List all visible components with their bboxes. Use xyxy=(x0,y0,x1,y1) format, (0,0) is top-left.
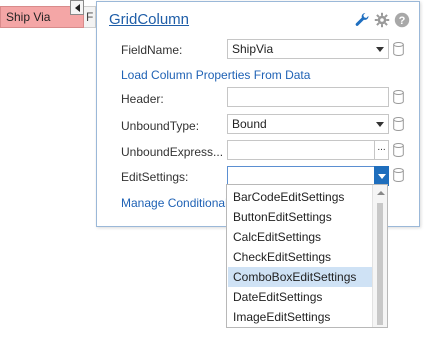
list-item-selected[interactable]: ComboBoxEditSettings xyxy=(228,267,372,287)
header-label: Header: xyxy=(121,92,164,106)
expression-editor-button[interactable]: ... xyxy=(374,141,388,159)
scroll-thumb[interactable] xyxy=(377,203,383,325)
panel-header-icons: ? xyxy=(353,11,410,28)
list-item[interactable]: CalcEditSettings xyxy=(228,227,372,247)
dropdown-scrollbar[interactable] xyxy=(372,185,387,327)
field-name-value: ShipVia xyxy=(232,42,274,56)
edit-settings-dropdown-list[interactable]: BarCodeEditSettings ButtonEditSettings C… xyxy=(226,184,388,328)
chevron-down-icon xyxy=(377,173,386,179)
chevron-down-icon[interactable] xyxy=(376,47,384,52)
list-item[interactable]: BarCodeEditSettings xyxy=(228,187,372,207)
list-item[interactable]: DateEditSettings xyxy=(228,287,372,307)
list-item[interactable]: CheckEditSettings xyxy=(228,247,372,267)
wrench-icon[interactable] xyxy=(353,11,370,28)
unbound-expression-textbox[interactable]: ... xyxy=(227,140,389,160)
collapse-arrow-icon xyxy=(74,3,80,12)
gear-icon[interactable] xyxy=(373,11,390,28)
field-name-combobox[interactable]: ShipVia xyxy=(227,39,389,59)
manage-conditional-formatting-link[interactable]: Manage Conditional xyxy=(121,196,228,210)
header-textbox[interactable] xyxy=(227,87,389,107)
database-icon[interactable] xyxy=(393,143,404,157)
unbound-type-label: UnboundType: xyxy=(121,119,200,133)
help-icon[interactable]: ? xyxy=(393,11,410,28)
unbound-type-combobox[interactable]: Bound xyxy=(227,114,389,134)
chevron-down-icon[interactable] xyxy=(376,122,384,127)
database-icon[interactable] xyxy=(393,90,404,104)
grid-next-column-header[interactable]: F xyxy=(84,6,96,28)
unbound-expression-label: UnboundExpress... xyxy=(121,145,224,159)
database-icon[interactable] xyxy=(393,117,404,131)
database-icon[interactable] xyxy=(393,168,404,182)
list-item[interactable]: ButtonEditSettings xyxy=(228,207,372,227)
edit-settings-label: EditSettings: xyxy=(121,170,189,184)
edit-settings-combobox[interactable] xyxy=(227,166,389,186)
panel-title-link[interactable]: GridColumn xyxy=(109,11,189,28)
load-column-properties-link[interactable]: Load Column Properties From Data xyxy=(121,68,310,82)
scroll-up-arrow-icon[interactable] xyxy=(377,191,385,195)
list-item[interactable]: ImageEditSettings xyxy=(228,307,372,327)
svg-text:?: ? xyxy=(398,15,405,27)
unbound-type-value: Bound xyxy=(232,117,267,131)
field-name-label: FieldName: xyxy=(121,43,183,57)
smart-tag-button[interactable] xyxy=(70,0,84,15)
dropdown-button[interactable] xyxy=(374,166,389,186)
database-icon[interactable] xyxy=(393,42,404,56)
